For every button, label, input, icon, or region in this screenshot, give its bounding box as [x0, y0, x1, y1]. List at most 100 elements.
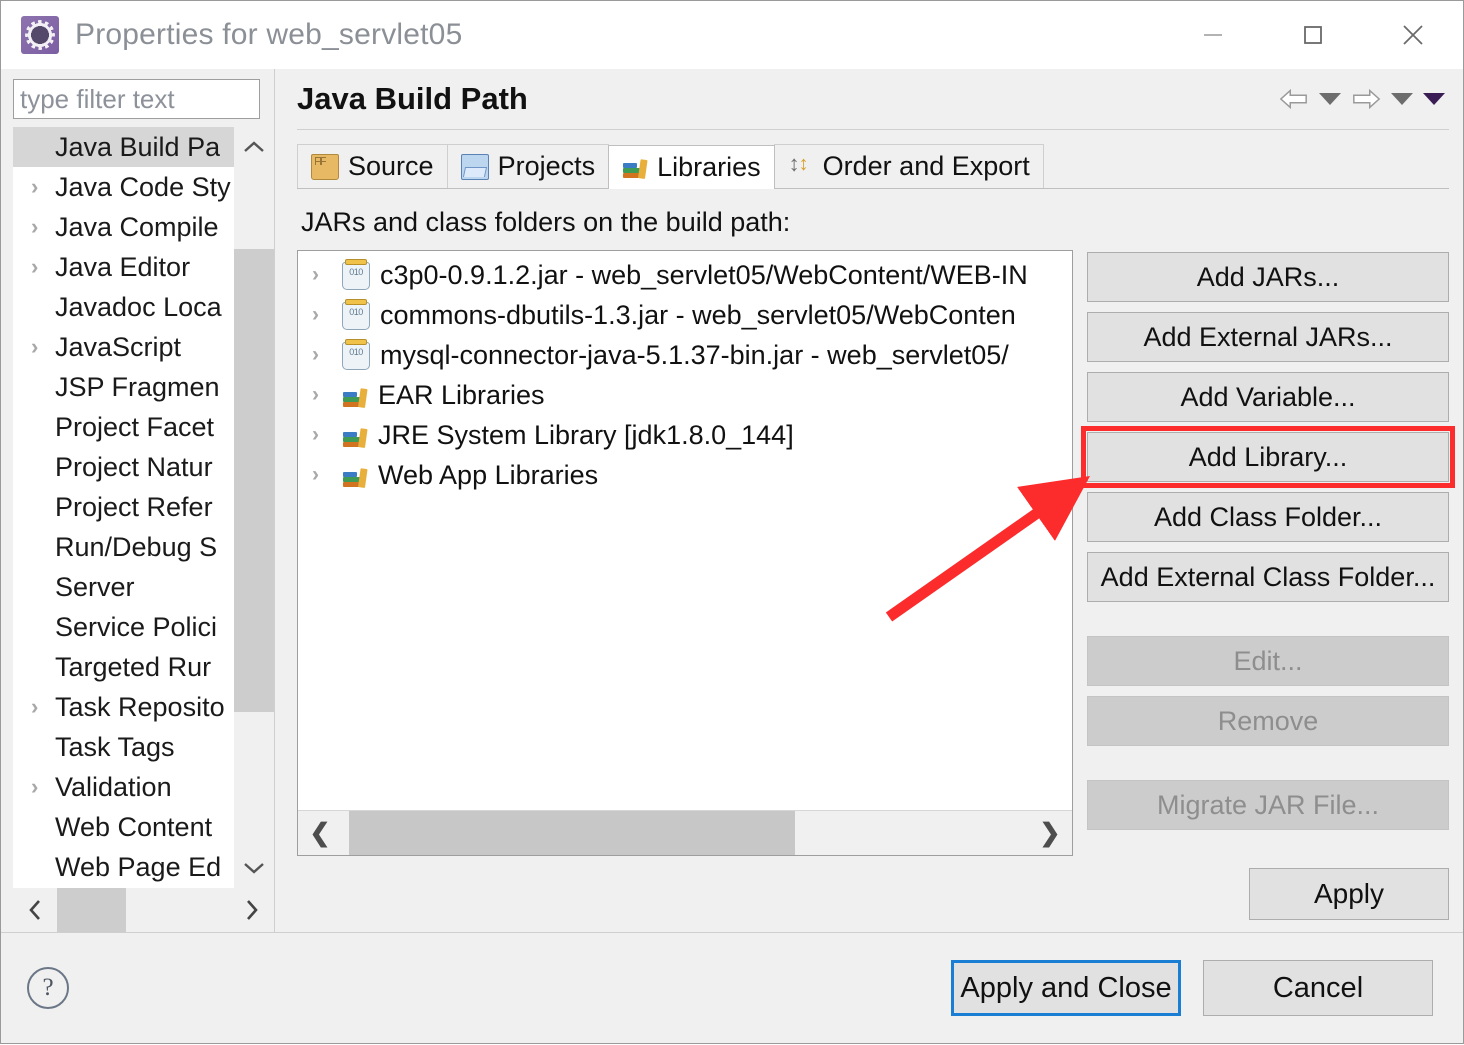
library-entry-label: JRE System Library [jdk1.8.0_144]	[378, 419, 794, 450]
apply-button[interactable]: Apply	[1249, 868, 1449, 920]
library-books-icon	[342, 382, 368, 408]
add-library-button[interactable]: Add Library...	[1081, 426, 1455, 488]
jar-icon	[342, 299, 370, 330]
chevron-right-icon[interactable]: ›	[312, 303, 342, 327]
list-horizontal-scrollbar[interactable]: ❮ ❯	[298, 810, 1072, 855]
list-scroll-left-icon[interactable]: ❮	[298, 811, 342, 855]
properties-dialog: Properties for web_servlet05 Java Build …	[0, 0, 1464, 1044]
sidebar-item-label: Task Tags	[55, 731, 175, 762]
add-jars-button[interactable]: Add JARs...	[1087, 252, 1449, 302]
more-dropdown-icon[interactable]	[1423, 93, 1445, 105]
list-hscroll-thumb[interactable]	[348, 811, 795, 855]
button-group-separator	[1087, 756, 1449, 770]
libraries-list-box: › c3p0-0.9.1.2.jar - web_servlet05/WebCon…	[297, 250, 1073, 856]
back-arrow-icon[interactable]	[1279, 85, 1309, 113]
tab-label: Libraries	[657, 151, 761, 182]
libraries-list: › c3p0-0.9.1.2.jar - web_servlet05/WebCon…	[298, 251, 1072, 810]
list-hscroll-track[interactable]	[342, 811, 1028, 855]
edit-button: Edit...	[1087, 636, 1449, 686]
sidebar-item-label: Java Build Pa	[55, 131, 221, 162]
chevron-right-icon[interactable]: ›	[31, 776, 38, 798]
projects-folder-icon	[460, 153, 489, 180]
library-list-row[interactable]: › c3p0-0.9.1.2.jar - web_servlet05/WebCon…	[298, 255, 1072, 295]
sidebar-hscroll-track[interactable]	[57, 888, 230, 932]
tab-source[interactable]: Source	[297, 144, 448, 188]
libraries-books-icon	[622, 155, 648, 179]
tab-libraries[interactable]: Libraries	[608, 145, 775, 189]
library-list-row[interactable]: › JRE System Library [jdk1.8.0_144]	[298, 415, 1072, 455]
tab-projects[interactable]: Projects	[446, 144, 610, 188]
library-entry-label: Web App Libraries	[378, 459, 599, 490]
chevron-right-icon[interactable]: ›	[31, 176, 38, 198]
chevron-right-icon[interactable]: ›	[312, 463, 342, 487]
add-external-jars-button[interactable]: Add External JARs...	[1087, 312, 1449, 362]
scroll-left-icon[interactable]	[13, 888, 57, 932]
sidebar-scroll-thumb[interactable]	[234, 248, 274, 712]
tab-label: Order and Export	[822, 151, 1030, 181]
section-label: JARs and class folders on the build path…	[301, 207, 791, 237]
sidebar-item-label: Project Facet	[55, 411, 215, 442]
filter-input[interactable]	[13, 79, 260, 119]
add-external-class-folder-button[interactable]: Add External Class Folder...	[1087, 552, 1449, 602]
add-class-folder-button[interactable]: Add Class Folder...	[1087, 492, 1449, 542]
remove-button: Remove	[1087, 696, 1449, 746]
sidebar-item-label: Validation	[55, 771, 172, 802]
back-dropdown-icon[interactable]	[1319, 93, 1341, 105]
library-list-row[interactable]: › commons-dbutils-1.3.jar - web_servlet05…	[298, 295, 1072, 335]
window-title: Properties for web_servlet05	[75, 18, 463, 51]
maximize-icon[interactable]	[1263, 1, 1363, 69]
dialog-footer: ? Apply and Close Cancel	[1, 932, 1463, 1043]
scroll-down-icon[interactable]	[234, 848, 274, 888]
tab-order-and-export[interactable]: Order and Export	[773, 144, 1044, 188]
sidebar-item-label: Web Page Ed	[55, 851, 222, 882]
library-list-row[interactable]: › EAR Libraries	[298, 375, 1072, 415]
tab-label: Projects	[497, 151, 596, 181]
minimize-icon[interactable]	[1163, 1, 1263, 69]
sidebar-hscroll-thumb[interactable]	[57, 888, 127, 932]
cancel-button[interactable]: Cancel	[1203, 960, 1433, 1016]
library-entry-label: mysql-connector-java-5.1.37-bin.jar - we…	[380, 339, 1009, 370]
sidebar-horizontal-scrollbar[interactable]	[13, 888, 274, 932]
sidebar-item-label: Java Editor	[55, 251, 191, 282]
chevron-right-icon[interactable]: ›	[312, 383, 342, 407]
sidebar-scroll-track[interactable]	[234, 167, 274, 848]
jar-icon	[342, 259, 370, 290]
sidebar-item-label: Web Content	[55, 811, 213, 842]
sidebar-item-label: Server	[55, 571, 135, 602]
chevron-right-icon[interactable]: ›	[312, 343, 342, 367]
apply-row: Apply	[297, 856, 1449, 932]
page-navigation	[1279, 85, 1445, 113]
library-entry-label: commons-dbutils-1.3.jar - web_servlet05/…	[380, 299, 1016, 330]
library-list-row[interactable]: › mysql-connector-java-5.1.37-bin.jar - w…	[298, 335, 1072, 375]
chevron-right-icon[interactable]: ›	[312, 263, 342, 287]
jar-icon	[342, 339, 370, 370]
page-header: Java Build Path	[297, 69, 1449, 130]
chevron-right-icon[interactable]: ›	[312, 423, 342, 447]
sidebar-item-label: Targeted Rur	[55, 651, 212, 682]
scroll-right-icon[interactable]	[230, 888, 274, 932]
migrate-jar-file-button: Migrate JAR File...	[1087, 780, 1449, 830]
sidebar-vertical-scrollbar[interactable]	[234, 127, 274, 888]
settings-page: Java Build Path Source Projects Libraries O…	[275, 69, 1463, 932]
apply-and-close-button[interactable]: Apply and Close	[951, 960, 1181, 1016]
chevron-right-icon[interactable]: ›	[31, 696, 38, 718]
list-scroll-right-icon[interactable]: ❯	[1028, 811, 1072, 855]
forward-dropdown-icon[interactable]	[1391, 93, 1413, 105]
forward-arrow-icon[interactable]	[1351, 85, 1381, 113]
footer-buttons: Apply and Close Cancel	[951, 960, 1433, 1016]
chevron-right-icon[interactable]: ›	[31, 256, 38, 278]
settings-sidebar: Java Build Pa › Java Code Sty › Java Compile…	[1, 69, 275, 932]
scroll-up-icon[interactable]	[234, 127, 274, 167]
chevron-right-icon[interactable]: ›	[31, 216, 38, 238]
add-variable-button[interactable]: Add Variable...	[1087, 372, 1449, 422]
sidebar-item-label: Project Refer	[55, 491, 213, 522]
sidebar-item-label: Javadoc Loca	[55, 291, 222, 322]
chevron-right-icon[interactable]: ›	[31, 336, 38, 358]
help-question-icon[interactable]: ?	[27, 967, 69, 1009]
close-icon[interactable]	[1363, 1, 1463, 69]
libraries-main-area: › c3p0-0.9.1.2.jar - web_servlet05/WebCon…	[297, 250, 1455, 856]
page-title: Java Build Path	[297, 81, 528, 116]
source-package-icon	[311, 153, 339, 180]
library-list-row[interactable]: › Web App Libraries	[298, 455, 1072, 495]
sidebar-item-label: Java Code Sty	[55, 171, 231, 202]
